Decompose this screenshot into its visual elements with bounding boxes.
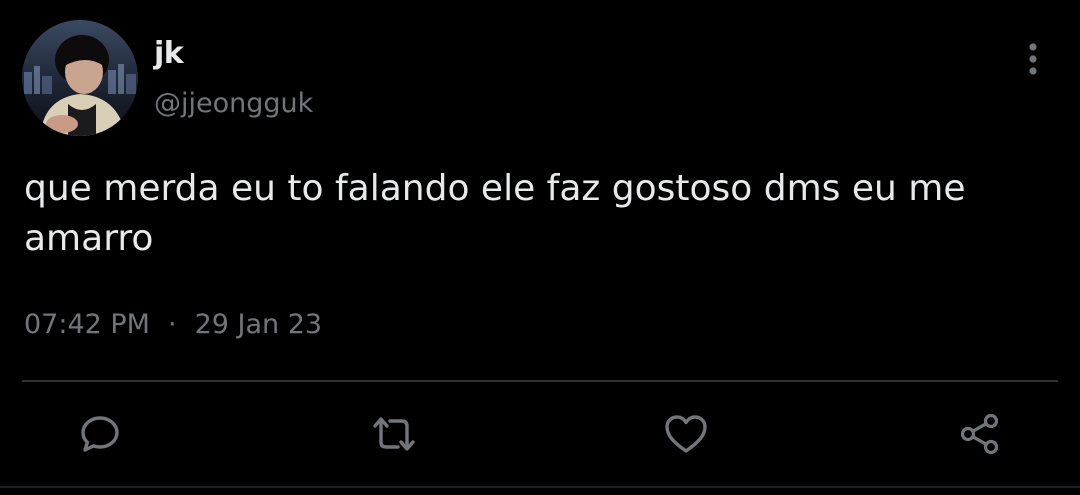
share-icon [960,413,999,455]
like-button[interactable] [660,408,712,460]
tweet-text: que merda eu to falando ele faz gostoso … [24,168,966,259]
divider [22,380,1058,382]
bottom-border [0,486,1080,488]
share-button[interactable] [954,408,1006,460]
retweet-icon [373,417,415,451]
retweet-button[interactable] [368,408,420,460]
tweet-time: 07:42 PM [24,309,150,340]
meta-separator: · [167,309,177,340]
heart-icon [665,415,707,453]
reply-button[interactable] [74,408,126,460]
speech-bubble-icon [81,416,119,452]
vertical-dots-icon [1029,43,1037,75]
tweet-timestamp[interactable]: 07:42 PM · 29 Jan 23 [24,306,322,344]
display-name[interactable]: jk [154,34,184,74]
user-handle[interactable]: @jjeongguk [154,86,313,122]
more-options-button[interactable] [1012,38,1054,80]
profile-photo [22,20,138,136]
tweet-date: 29 Jan 23 [194,309,323,340]
action-bar [0,408,1080,460]
avatar[interactable] [22,20,138,136]
